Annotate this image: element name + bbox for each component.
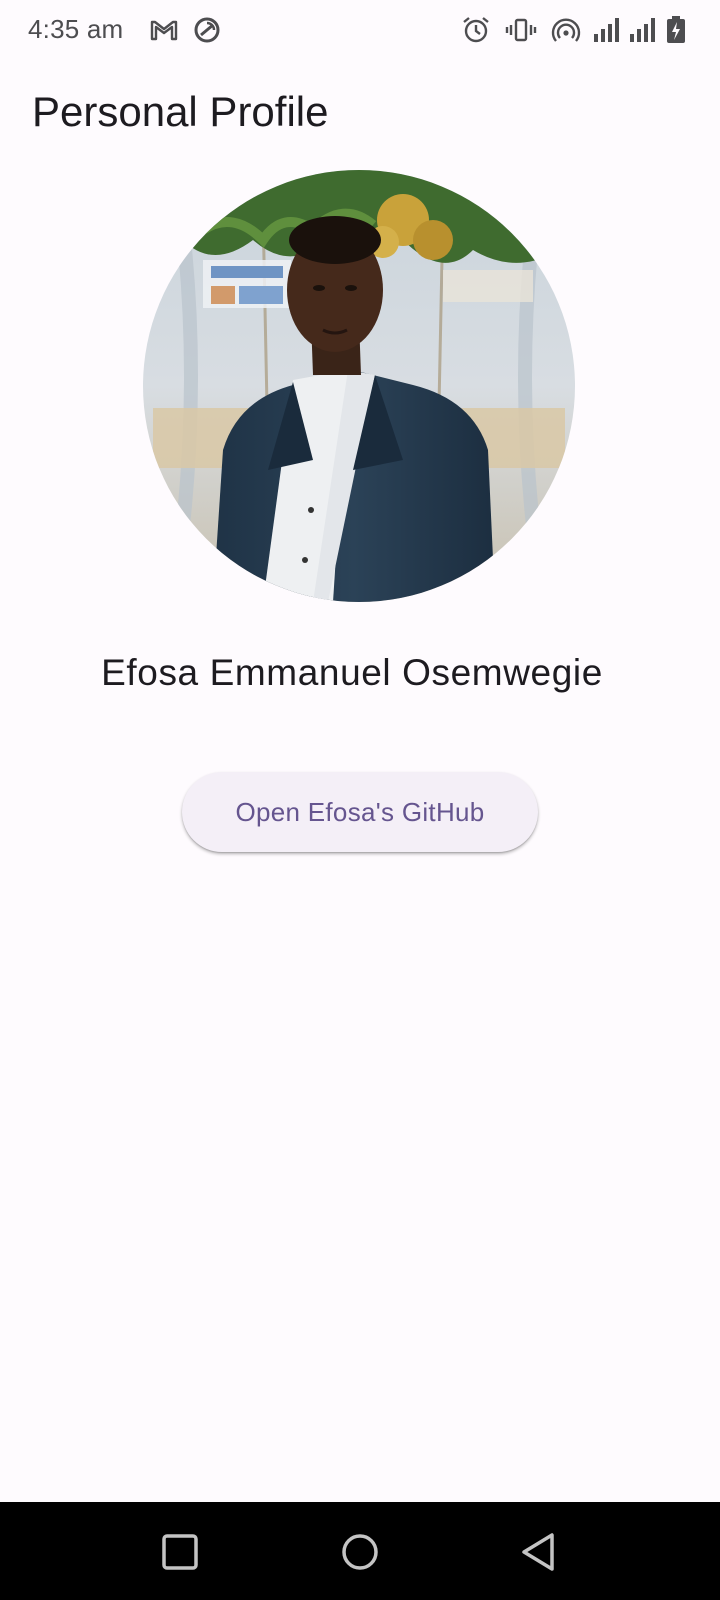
profile-photo [143,170,575,602]
alarm-icon [460,14,492,46]
profile-name: Efosa Emmanuel Osemwegie [101,652,603,693]
status-time: 4:35 am [28,14,124,44]
gmail-icon [148,14,180,46]
vibrate-icon [505,14,537,46]
hotspot-icon [550,14,582,46]
battery-charging-icon [664,14,688,46]
signal-icon [628,14,662,46]
home-button[interactable] [338,1530,382,1574]
back-button[interactable] [516,1530,560,1574]
navigation-bar [0,1502,720,1600]
open-github-button[interactable]: Open Efosa's GitHub [182,772,538,852]
status-bar: 4:35 am [0,0,720,62]
signal-icon [592,14,626,46]
recents-button[interactable] [158,1530,202,1574]
page-title: Personal Profile [32,88,329,135]
sync-icon [191,14,223,46]
